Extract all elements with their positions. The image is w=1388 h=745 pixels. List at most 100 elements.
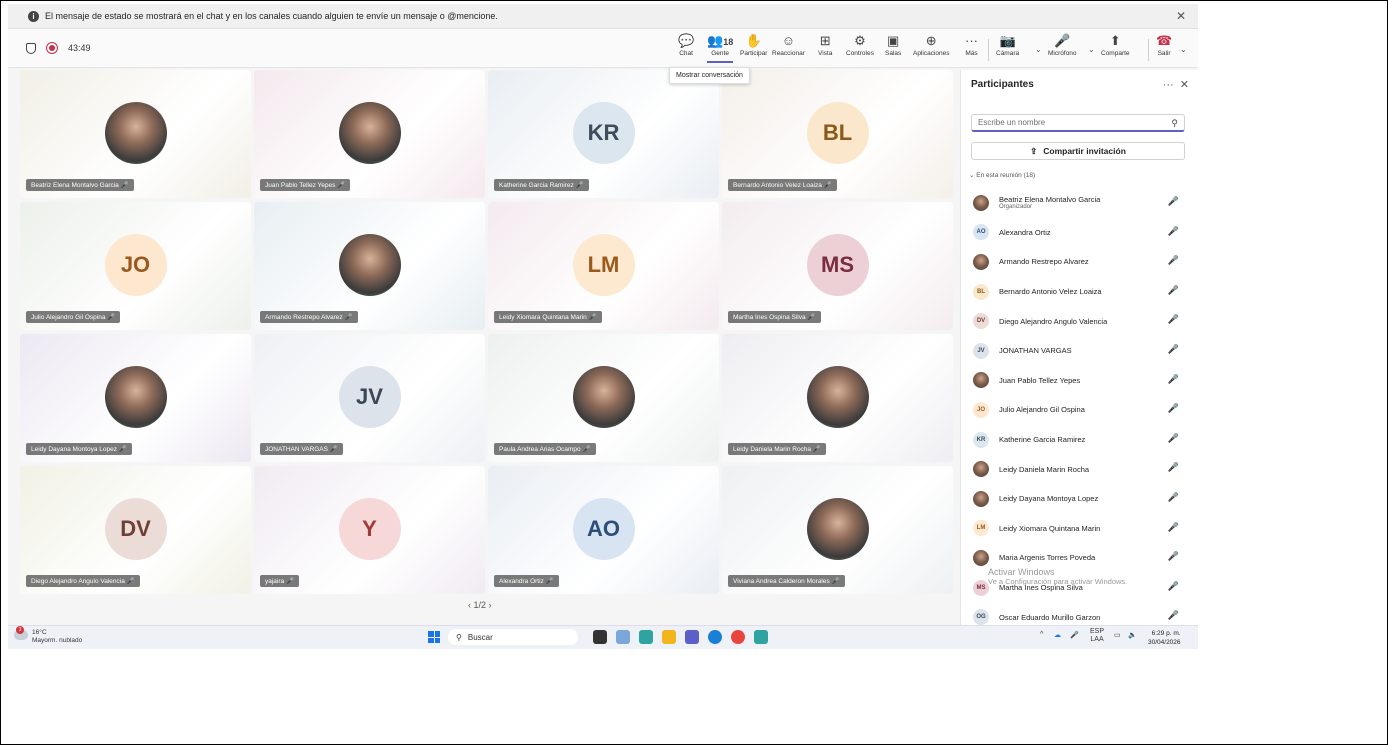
mic-off-icon[interactable]: 🎤 [1168,314,1179,325]
video-tile[interactable]: Leidy Dayana Montoya Lopez 🎤 [20,334,251,462]
more-icon[interactable]: ··· [1163,79,1174,91]
participant-row[interactable]: KR Katherine Garcia Ramirez 🎤 [961,425,1198,455]
raise-hand-button[interactable]: ✋ Participar [740,33,767,57]
controls-button[interactable]: ⚙ Controles [846,33,874,57]
participant-row[interactable]: JO Julio Alejandro Gil Ospina 🎤 [961,395,1198,425]
pager[interactable]: ‹ 1/2 › [468,600,492,610]
edge-icon[interactable] [639,630,653,644]
close-icon[interactable]: ✕ [1180,79,1189,91]
panel-actions[interactable]: ··· ✕ [1163,78,1189,91]
mic-off-icon[interactable]: 🎤 [1168,610,1179,621]
video-tile[interactable]: KR Katherine Garcia Ramirez 🎤 [488,70,719,198]
file-explorer-icon[interactable] [662,630,676,644]
apps-button[interactable]: ⊕ Aplicaciones [913,33,950,57]
avatar: BL [973,283,989,300]
mic-off-icon: 🎤 [1054,33,1071,48]
participant-list: Beatriz Elena Montalvo Garcia Organizador… [961,188,1198,632]
video-tile[interactable]: Paula Andrea Arias Ocampo 🎤 [488,334,719,462]
avatar: AO [572,498,635,560]
onedrive-icon[interactable]: ☁ [1054,631,1061,639]
mic-off-icon[interactable]: 🎤 [1168,196,1179,207]
video-tile[interactable]: BL Bernardo Antonio Velez Loaiza 🎤 [722,70,953,198]
mic-off-icon[interactable]: 🎤 [1168,433,1179,444]
task-view-icon[interactable] [593,630,607,644]
more-button[interactable]: ··· Más [965,33,978,57]
mic-off-icon[interactable]: 🎤 [1168,255,1179,266]
participant-name-label: Juan Pablo Tellez Yepes 🎤 [260,179,351,191]
participant-row[interactable]: JV JONATHAN VARGAS 🎤 [961,336,1198,366]
mic-off-icon[interactable]: 🎤 [1168,462,1179,473]
info-icon: i [28,10,39,22]
video-tile[interactable]: AO Alexandra Ortiz 🎤 [488,466,719,594]
mic-button[interactable]: 🎤 Micrófono [1048,33,1077,57]
video-tile[interactable]: LM Leidy Xiomara Quintana Marin 🎤 [488,202,719,330]
avatar [973,253,989,270]
windows-start-icon[interactable] [428,631,440,643]
chevron-down-icon[interactable]: ⌄ [1035,45,1042,54]
video-grid: Beatriz Elena Montalvo Garcia 🎤 Juan Pabl… [20,70,957,595]
chat-button[interactable]: 💬 Chat [678,33,694,57]
mic-off-icon[interactable]: 🎤 [1168,522,1179,533]
react-button[interactable]: ☺ Reaccionar [772,33,805,57]
teams-icon[interactable] [685,630,699,644]
avatar: AO [973,224,989,241]
edge-icon[interactable] [754,630,768,644]
view-button[interactable]: ⊞ Vista [818,33,832,57]
rooms-button[interactable]: ▣ Salas [885,33,901,57]
search-input[interactable]: Escribe un nombre ⚲ [971,114,1185,132]
chevron-right-icon[interactable]: › [489,600,492,610]
mic-off-icon[interactable]: 🎤 [1168,403,1179,414]
video-tile[interactable]: JO Julio Alejandro Gil Ospina 🎤 [20,202,251,330]
participants-panel: Participantes ··· ✕ Escribe un nombre ⚲ … [960,70,1198,626]
video-tile[interactable]: JV JONATHAN VARGAS 🎤 [254,334,485,462]
participant-row[interactable]: BL Bernardo Antonio Velez Loaiza 🎤 [961,277,1198,307]
teams-window: i El mensaje de estado se mostrará en el… [8,4,1198,649]
mic-off-icon[interactable]: 🎤 [1168,581,1179,592]
weather-widget[interactable]: 3 16°C Mayorm. nublado [14,626,82,645]
participant-row[interactable]: LM Leidy Xiomara Quintana Marin 🎤 [961,514,1198,544]
volume-icon[interactable]: 🔈 [1128,631,1137,639]
participant-row[interactable]: AO Alexandra Ortiz 🎤 [961,218,1198,248]
mic-off-icon[interactable]: 🎤 [1168,285,1179,296]
video-tile[interactable]: Armando Restrepo Alvarez 🎤 [254,202,485,330]
app-icon[interactable] [708,630,722,644]
network-icon[interactable]: ▭ [1114,631,1121,639]
chevron-down-icon[interactable]: ⌄ [1088,45,1095,54]
mic-off-icon[interactable]: 🎤 [1070,631,1079,639]
participant-row[interactable]: Leidy Daniela Marin Rocha 🎤 [961,454,1198,484]
participant-row[interactable]: Juan Pablo Tellez Yepes 🎤 [961,366,1198,396]
search-icon: ⚲ [1171,118,1178,128]
people-button[interactable]: 👥18 Gente [707,33,734,63]
participant-name: Julio Alejandro Gil Ospina [999,405,1085,415]
participant-row[interactable]: Leidy Dayana Montoya Lopez 🎤 [961,484,1198,514]
share-invite-button[interactable]: ⇪ Compartir invitación [971,142,1185,160]
mic-off-icon[interactable]: 🎤 [1168,226,1179,237]
video-tile[interactable]: Yyajaira 🎤 [254,466,485,594]
video-tile[interactable]: Viviana Andrea Calderon Morales 🎤 [722,466,953,594]
mic-off-icon[interactable]: 🎤 [1168,344,1179,355]
chevron-down-icon[interactable]: ⌄ [1180,45,1187,54]
participant-row[interactable]: DV Diego Alejandro Angulo Valencia 🎤 [961,306,1198,336]
taskbar-search[interactable]: ⚲ Buscar [448,629,578,645]
chevron-left-icon[interactable]: ‹ [468,600,471,610]
widgets-icon[interactable] [616,630,630,644]
leave-button[interactable]: ☎ Salir [1156,33,1172,57]
chevron-up-icon[interactable]: ^ [1040,631,1043,638]
participant-row[interactable]: Armando Restrepo Alvarez 🎤 [961,247,1198,277]
section-header[interactable]: ⌄ En esta reunión (18) [969,171,1035,179]
mic-off-icon[interactable]: 🎤 [1168,492,1179,503]
participant-row[interactable]: Beatriz Elena Montalvo Garcia Organizador… [961,188,1198,218]
language-indicator[interactable]: ESP LAA [1090,628,1104,644]
mic-off-icon[interactable]: 🎤 [1168,374,1179,385]
video-tile[interactable]: Juan Pablo Tellez Yepes 🎤 [254,70,485,198]
video-tile[interactable]: DV Diego Alejandro Angulo Valencia 🎤 [20,466,251,594]
camera-button[interactable]: 📷 Cámara [996,33,1019,57]
video-tile[interactable]: MS Martha Ines Ospina Silva 🎤 [722,202,953,330]
close-icon[interactable]: ✕ [1176,9,1186,23]
chrome-icon[interactable] [731,630,745,644]
clock[interactable]: 6:29 p. m. 30/04/2026 [1148,629,1181,647]
mic-off-icon[interactable]: 🎤 [1168,551,1179,562]
share-button[interactable]: ⬆ Comparte [1101,33,1130,57]
video-tile[interactable]: Leidy Daniela Marin Rocha 🎤 [722,334,953,462]
video-tile[interactable]: Beatriz Elena Montalvo Garcia 🎤 [20,70,251,198]
